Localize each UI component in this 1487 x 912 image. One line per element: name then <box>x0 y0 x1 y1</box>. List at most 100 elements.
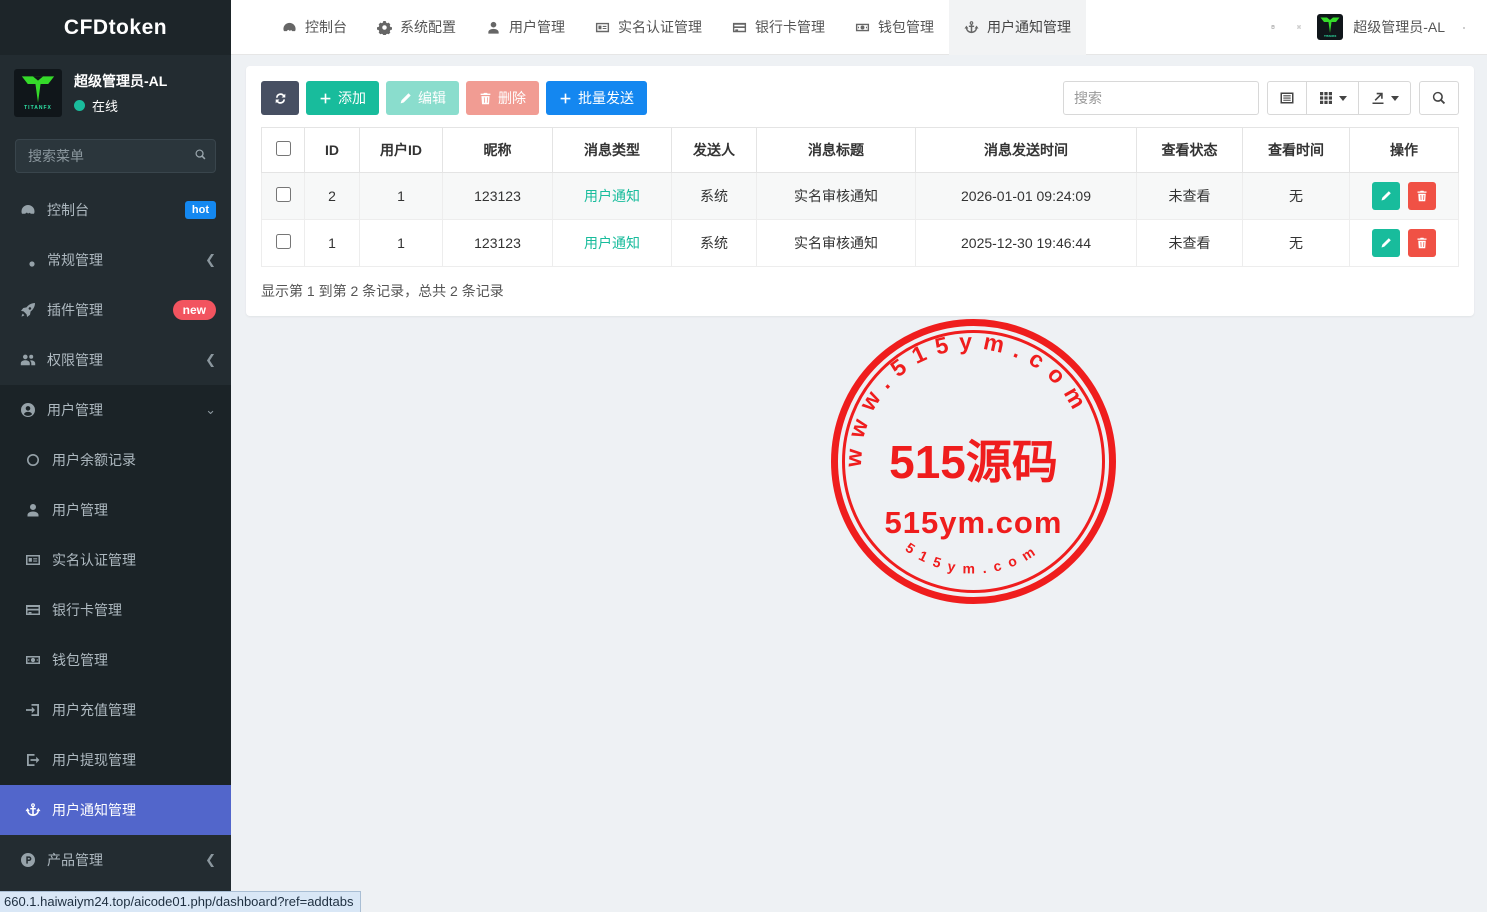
sidebar-menu: 控制台 hot 常规管理 ❮ 插件管理 new 权限管理 ❮ 用户管理 ⌄ <box>0 185 231 912</box>
table-header-row: ID 用户ID 昵称 消息类型 发送人 消息标题 消息发送时间 查看状态 查看时… <box>262 128 1459 173</box>
col-ops: 操作 <box>1350 128 1459 173</box>
anchor-icon <box>964 20 979 35</box>
table-search-input[interactable] <box>1063 81 1259 115</box>
sidebar-item-label: 钱包管理 <box>52 650 216 670</box>
row-edit-button[interactable] <box>1372 229 1400 257</box>
caret-down-icon <box>1391 96 1399 101</box>
detail-view-button[interactable] <box>1267 81 1307 115</box>
sidebar-item-wallet[interactable]: 钱包管理 <box>0 635 231 685</box>
batch-send-button[interactable]: 批量发送 <box>546 81 647 115</box>
sidebar-item-auth[interactable]: 权限管理 ❮ <box>0 335 231 385</box>
sidebar-item-user-manage[interactable]: 用户管理 <box>0 485 231 535</box>
sidebar-item-label: 权限管理 <box>47 350 194 370</box>
chevron-left-icon: ❮ <box>205 852 216 868</box>
sidebar-item-label: 用户管理 <box>47 400 194 420</box>
cell-type[interactable]: 用户通知 <box>584 235 640 251</box>
avatar[interactable]: TITANFX <box>1317 14 1343 40</box>
sidebar-item-bankcard[interactable]: 银行卡管理 <box>0 585 231 635</box>
sidebar-item-plugins[interactable]: 插件管理 new <box>0 285 231 335</box>
export-icon <box>1370 90 1386 106</box>
avatar-caption: TITANFX <box>24 105 52 111</box>
cell-sender: 系统 <box>672 220 757 267</box>
sidebar-item-label: 用户提现管理 <box>52 750 216 770</box>
avatar: TITANFX <box>14 69 62 117</box>
user-icon <box>486 20 501 35</box>
sidebar-item-dashboard[interactable]: 控制台 hot <box>0 185 231 235</box>
sidebar-item-label: 银行卡管理 <box>52 600 216 620</box>
sidebar-item-user-balance[interactable]: 用户余额记录 <box>0 435 231 485</box>
sign-in-icon <box>25 702 41 718</box>
tab-wallet[interactable]: 钱包管理 <box>840 0 949 55</box>
export-button[interactable] <box>1358 81 1411 115</box>
sidebar-item-label: 产品管理 <box>47 850 194 870</box>
cell-view-time: 无 <box>1243 220 1350 267</box>
user-icon <box>25 502 41 518</box>
status-url-bar: 660.1.haiwaiym24.top/aicode01.php/dashbo… <box>0 891 361 912</box>
row-checkbox[interactable] <box>276 234 291 249</box>
chevron-left-icon: ❮ <box>205 352 216 368</box>
trash-icon <box>1416 190 1428 202</box>
table-row: 1 1 123123 用户通知 系统 实名审核通知 2025-12-30 19:… <box>262 220 1459 267</box>
tab-notify[interactable]: 用户通知管理 <box>949 0 1086 55</box>
col-type: 消息类型 <box>553 128 672 173</box>
delete-button[interactable]: 删除 <box>466 81 539 115</box>
cell-sender: 系统 <box>672 173 757 220</box>
col-nickname: 昵称 <box>443 128 553 173</box>
hamburger-icon[interactable] <box>231 19 267 35</box>
pencil-icon <box>399 92 412 105</box>
credit-card-icon <box>25 602 41 618</box>
cell-nickname: 123123 <box>443 173 553 220</box>
sidebar-item-realname[interactable]: 实名认证管理 <box>0 535 231 585</box>
caret-down-icon <box>1339 96 1347 101</box>
cell-type[interactable]: 用户通知 <box>584 188 640 204</box>
cell-title: 实名审核通知 <box>757 220 916 267</box>
cell-view-status: 未查看 <box>1137 220 1243 267</box>
sidebar-item-withdraw[interactable]: 用户提现管理 <box>0 735 231 785</box>
anchor-icon <box>25 802 41 818</box>
tab-realname[interactable]: 实名认证管理 <box>580 0 717 55</box>
settings-gear-icon[interactable] <box>1455 19 1471 35</box>
cell-title: 实名审核通知 <box>757 173 916 220</box>
cell-user-id: 1 <box>360 220 443 267</box>
content-area: 添加 编辑 删除 批量发送 <box>231 55 1487 912</box>
tab-system-config[interactable]: 系统配置 <box>362 0 471 55</box>
edit-button[interactable]: 编辑 <box>386 81 459 115</box>
tab-dashboard[interactable]: 控制台 <box>267 0 362 55</box>
sign-out-icon <box>25 752 41 768</box>
row-delete-button[interactable] <box>1408 182 1436 210</box>
cell-view-status: 未查看 <box>1137 173 1243 220</box>
tab-label: 银行卡管理 <box>755 17 825 37</box>
topbar-admin-name[interactable]: 超级管理员-AL <box>1353 17 1445 37</box>
topbar: 控制台 系统配置 用户管理 实名认证管理 银行卡管理 钱包管理 用户通知管理 T… <box>231 0 1487 55</box>
cogs-icon <box>20 252 36 268</box>
row-delete-button[interactable] <box>1408 229 1436 257</box>
menu-search-input[interactable] <box>15 139 216 173</box>
plus-icon <box>319 92 332 105</box>
users-icon <box>20 352 36 368</box>
sidebar-item-recharge[interactable]: 用户充值管理 <box>0 685 231 735</box>
tab-bankcard[interactable]: 银行卡管理 <box>717 0 840 55</box>
tab-label: 用户管理 <box>509 17 565 37</box>
money-icon <box>855 20 870 35</box>
row-edit-button[interactable] <box>1372 182 1400 210</box>
tab-user-manage[interactable]: 用户管理 <box>471 0 580 55</box>
cell-nickname: 123123 <box>443 220 553 267</box>
detail-view-icon <box>1279 90 1295 106</box>
fullscreen-icon[interactable] <box>1291 19 1307 35</box>
refresh-button[interactable] <box>261 81 299 115</box>
add-button[interactable]: 添加 <box>306 81 379 115</box>
sidebar-item-notify[interactable]: 用户通知管理 <box>0 785 231 835</box>
col-title: 消息标题 <box>757 128 916 173</box>
id-card-icon <box>595 20 610 35</box>
columns-button[interactable] <box>1306 81 1359 115</box>
select-all-checkbox[interactable] <box>276 141 291 156</box>
sidebar-item-general[interactable]: 常规管理 ❮ <box>0 235 231 285</box>
docs-icon[interactable] <box>1265 19 1281 35</box>
search-button[interactable] <box>1419 81 1459 115</box>
product-icon <box>20 852 36 868</box>
cell-id: 2 <box>305 173 360 220</box>
sidebar-item-users[interactable]: 用户管理 ⌄ <box>0 385 231 435</box>
sidebar-item-products[interactable]: 产品管理 ❮ <box>0 835 231 885</box>
credit-card-icon <box>732 20 747 35</box>
row-checkbox[interactable] <box>276 187 291 202</box>
